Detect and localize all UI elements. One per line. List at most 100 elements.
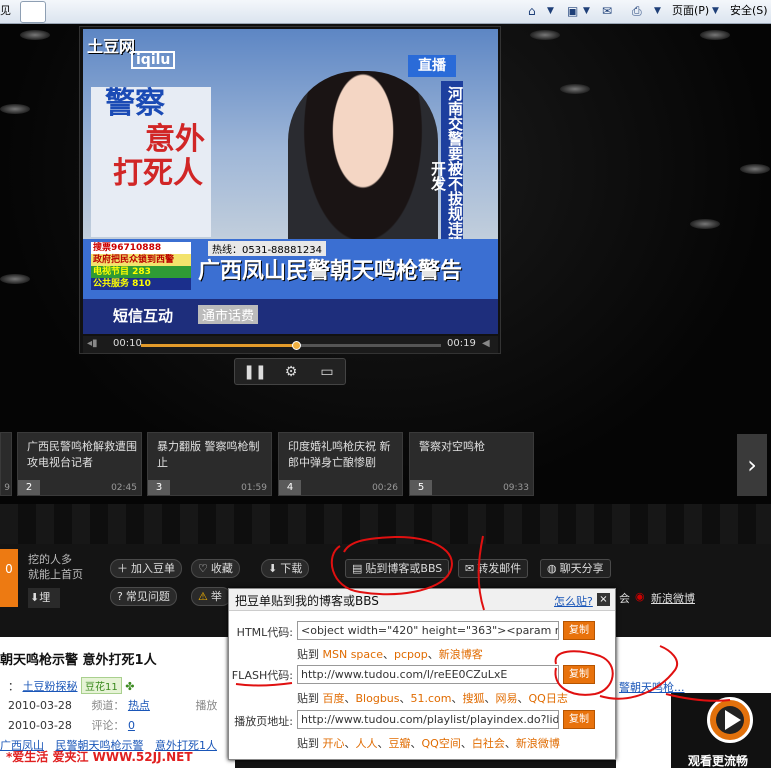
related-video[interactable]: 广西民警鸣枪解救遭围攻电视台记者 2 02:45 [17,432,142,496]
share-link[interactable]: 豆瓣 [389,737,411,750]
flash-code-input[interactable]: http://www.tudou.com/l/reEE0CZuLxE [297,665,559,684]
video-index: 5 [410,480,432,495]
dig-hint-1: 挖的人多 [28,553,72,566]
next-arrow-icon[interactable]: › [737,434,767,496]
flash-share-links: 贴到 百度、Blogbus、51.com、搜狐、网易、QQ日志 [297,692,568,705]
settings-gear-icon[interactable]: ⚙ [279,363,303,381]
stage-light [690,219,720,229]
share-link[interactable]: pcpop [394,648,428,661]
share-link[interactable]: Blogbus [356,692,400,705]
button-label: 转发邮件 [477,562,522,575]
uploader-link[interactable]: 土豆粉探秘 [23,680,78,693]
share-link[interactable]: 新浪微博 [516,737,560,750]
video-index: 2 [18,480,40,495]
news-title: 广西凤山民警朝天鸣枪警告 [198,258,463,284]
close-icon[interactable]: × [597,593,610,606]
add-to-playlist-button[interactable]: ＋加入豆单 [110,559,182,578]
stage-light [0,274,30,284]
share-link[interactable]: 51.com [411,692,452,705]
video-title: 朝天鸣枪示警 意外打死1人 [0,653,157,668]
html-share-links: 贴到 MSN space、pcpop、新浪博客 [297,648,483,661]
sina-weibo-link[interactable]: 新浪微博 [651,590,695,606]
dialog-title: 把豆单贴到我的博客或BBS [235,594,379,608]
hot-list: 搜票96710888 政府把民众锁到西警 电视节目 283 公共服务 810 [91,242,191,292]
progress-handle[interactable] [292,341,301,350]
bury-button[interactable]: ⬇埋 [28,588,60,608]
share-link[interactable]: 人人 [356,737,378,750]
mail-icon[interactable]: ✉ [602,2,612,20]
stage-light [740,164,770,174]
video-index: 3 [148,480,170,495]
button-label: 加入豆单 [131,562,175,575]
share-link[interactable]: 搜狐 [463,692,485,705]
copy-flash-button[interactable]: 复制 [563,665,595,684]
html-code-input[interactable]: <object width="420" height="363"><param … [297,621,559,640]
date-row-2: 2010-03-28 评论： 0 [8,717,135,733]
play-label: 播放 [195,699,218,712]
dig-hint-2: 就能上首页 [28,568,83,581]
share-link[interactable]: 新浪博客 [439,648,483,661]
chevron-down-icon[interactable]: ▼ [712,2,719,20]
paste-to-blog-dialog: 把豆单贴到我的博客或BBS 怎么贴? × HTML代码: <object wid… [228,588,616,760]
download-button[interactable]: ⬇ 下载 [261,559,310,578]
help-icon: ? [117,590,123,603]
video-frame[interactable]: 土豆网 iqilu 直播 警察 意外 打死人 河南交警要被不拔规违建房开发 热线… [83,29,498,334]
copy-html-button[interactable]: 复制 [563,621,595,640]
film-strip-divider [0,504,771,544]
dig-count-badge[interactable]: 0 [0,549,18,607]
new-tab-button[interactable] [20,1,46,23]
bury-label: 埋 [39,591,51,604]
duration: 09:33 [503,483,529,493]
share-link[interactable]: 白社会 [472,737,505,750]
page-menu[interactable]: 页面(P) [672,2,709,20]
time-total: 00:19 [447,338,476,349]
channel-label: 频道： [91,699,125,712]
share-link[interactable]: MSN space [323,648,383,661]
hot-item: 电视节目 283 [91,266,191,278]
chat-share-button[interactable]: ◍ 聊天分享 [540,559,611,578]
share-link[interactable]: 百度 [323,692,345,705]
copy-url-button[interactable]: 复制 [563,710,595,729]
chevron-down-icon[interactable]: ▼ [583,2,590,20]
related-video[interactable]: 暴力翻版 警察鸣枪制止 3 01:59 [147,432,272,496]
help-link[interactable]: 怎么贴? [554,593,593,609]
publish-date: 2010-03-28 [8,719,72,732]
rewind-icon[interactable]: ◂▮ [87,338,98,349]
related-video-partial[interactable]: 9 [0,432,12,496]
button-label: 下载 [280,562,303,575]
share-link[interactable]: QQ日志 [529,692,568,705]
share-prefix: 贴到 [297,648,319,661]
volume-icon[interactable]: ◀ [482,338,490,349]
related-videos: 9 广西民警鸣枪解救遭围攻电视台记者 2 02:45 暴力翻版 警察鸣枪制止 3… [0,432,771,498]
duration: 9 [4,483,10,493]
progress-track[interactable] [141,341,441,350]
faq-button[interactable]: ? 常见问题 [110,587,177,606]
page-url-input[interactable]: http://www.tudou.com/playlist/playindex.… [297,710,559,729]
report-button[interactable]: ⚠ 举 [191,587,231,606]
share-link[interactable]: 开心 [323,737,345,750]
duration: 01:59 [241,483,267,493]
play-circle-icon[interactable] [707,697,753,743]
headline-line-3: 打死人 [113,156,203,191]
comment-count[interactable]: 0 [128,719,135,732]
dialog-header: 把豆单贴到我的博客或BBS 怎么贴? × [229,589,615,611]
clover-icon: ✤ [125,680,135,693]
share-link[interactable]: QQ空间 [422,737,461,750]
safety-menu[interactable]: 安全(S) [730,2,768,20]
share-link[interactable]: 网易 [496,692,518,705]
pause-icon[interactable]: ❚❚ [243,363,267,381]
print-icon[interactable]: ⎙ [632,2,642,20]
fullscreen-icon[interactable]: ▭ [315,363,339,381]
forward-mail-button[interactable]: ✉ 转发邮件 [458,559,529,578]
chevron-down-icon[interactable]: ▼ [547,2,554,20]
home-icon[interactable]: ⌂ [528,2,536,20]
favorite-button[interactable]: ♡ 收藏 [191,559,240,578]
rss-feed-icon[interactable]: ▣ [567,2,578,20]
related-video[interactable]: 印度婚礼鸣枪庆祝 新郎中弹身亡酿惨剧 4 00:26 [278,432,403,496]
paste-to-blog-button[interactable]: ▤ 贴到博客或BBS [345,559,450,578]
channel-logo: 土豆网 [87,37,136,56]
video-player[interactable]: 土豆网 iqilu 直播 警察 意外 打死人 河南交警要被不拔规违建房开发 热线… [79,26,501,354]
related-video[interactable]: 警察对空鸣枪 5 09:33 [409,432,534,496]
chevron-down-icon[interactable]: ▼ [654,2,661,20]
channel-link[interactable]: 热点 [128,699,150,712]
